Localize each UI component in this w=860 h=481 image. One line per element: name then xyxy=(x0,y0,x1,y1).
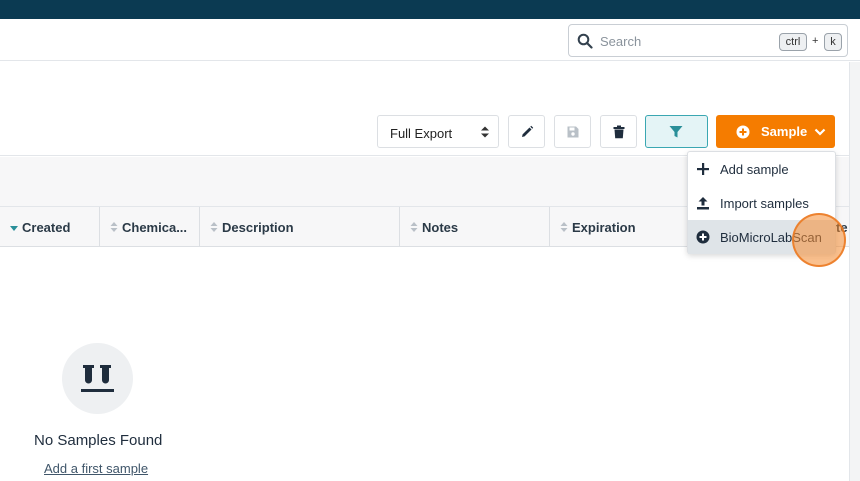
column-header-peek: te xyxy=(836,220,848,235)
column-label: Chemica... xyxy=(122,220,188,235)
plus-icon xyxy=(697,163,709,175)
trash-icon xyxy=(613,125,625,139)
filter-button[interactable] xyxy=(645,115,708,148)
column-label: Created xyxy=(22,220,71,235)
sort-icon xyxy=(210,222,218,232)
edit-button[interactable] xyxy=(508,115,545,148)
add-first-sample-link[interactable]: Add a first sample xyxy=(44,461,148,476)
menu-item-label: BioMicroLabScan xyxy=(720,230,822,245)
sort-icon xyxy=(110,222,118,232)
column-header-chemical[interactable]: Chemica... xyxy=(100,207,200,247)
floppy-disk-icon xyxy=(567,126,579,138)
save-button[interactable] xyxy=(554,115,591,148)
sample-dropdown-button[interactable]: Sample xyxy=(716,115,835,148)
export-select[interactable]: Full Export xyxy=(377,115,499,148)
chevron-down-icon xyxy=(814,128,826,136)
column-header-notes[interactable]: Notes xyxy=(400,207,550,247)
sort-caret-icon xyxy=(481,126,489,138)
plus-circle-icon xyxy=(696,230,710,244)
empty-state-illustration xyxy=(62,343,133,414)
pencil-icon xyxy=(522,125,534,137)
toolbar-area: Full Export Sample xyxy=(0,61,849,156)
column-header-expiration[interactable]: Expiration xyxy=(550,207,690,247)
menu-item-add-sample[interactable]: Add sample xyxy=(688,152,835,186)
sample-button-label: Sample xyxy=(761,124,808,139)
shortcut-ctrl-key: ctrl xyxy=(779,33,807,51)
test-tubes-icon xyxy=(81,365,114,392)
sort-desc-icon xyxy=(10,226,18,231)
search-icon xyxy=(577,33,593,49)
column-label: Notes xyxy=(422,220,459,235)
menu-item-import-samples[interactable]: Import samples xyxy=(688,186,835,220)
column-label: Expiration xyxy=(572,220,636,235)
empty-state-title: No Samples Found xyxy=(34,432,163,449)
shortcut-plus: + xyxy=(812,35,819,47)
top-header-bar xyxy=(0,0,860,19)
column-label: Description xyxy=(222,220,294,235)
export-select-value: Full Export xyxy=(390,126,453,141)
menu-item-label: Add sample xyxy=(720,162,789,177)
column-header-description[interactable]: Description xyxy=(200,207,400,247)
column-header-created[interactable]: Created xyxy=(0,207,100,247)
plus-circle-icon xyxy=(736,125,750,139)
sort-icon xyxy=(560,222,568,232)
sample-dropdown-menu: Add sample Import samples BioMicroLabSca… xyxy=(687,151,836,254)
search-input[interactable]: Search ctrl + k xyxy=(568,24,848,57)
page-scrollbar[interactable] xyxy=(849,62,860,481)
filter-icon xyxy=(669,126,683,138)
menu-item-biomicrolabscan[interactable]: BioMicroLabScan xyxy=(688,220,835,254)
search-row: Search ctrl + k xyxy=(0,19,860,61)
upload-icon xyxy=(697,197,709,210)
search-placeholder: Search xyxy=(600,34,642,49)
sort-icon xyxy=(410,222,418,232)
shortcut-k-key: k xyxy=(824,33,842,51)
menu-item-label: Import samples xyxy=(720,196,809,211)
delete-button[interactable] xyxy=(600,115,637,148)
